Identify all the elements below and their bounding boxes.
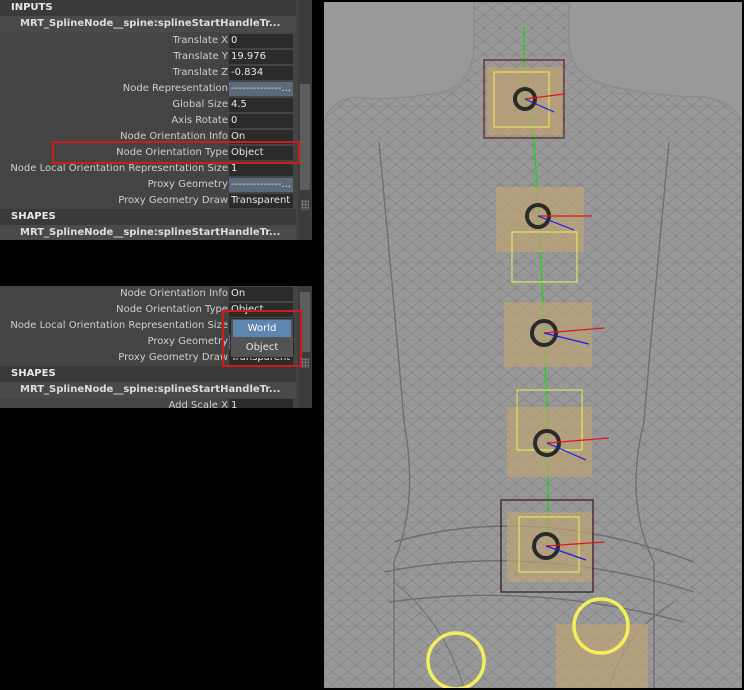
- attr-row-translate-x: Translate X 0: [0, 33, 296, 49]
- highlight-box: [222, 310, 302, 367]
- attr-row-proxy-geometry-draw: Proxy Geometry Draw Transparent: [0, 193, 296, 209]
- attr-label: Proxy Geometry Draw: [118, 195, 228, 206]
- node-local-orientation-size-field[interactable]: 1: [229, 162, 293, 176]
- attr-label: Axis Rotate: [171, 115, 228, 126]
- shape-name-header[interactable]: MRT_SplineNode__spine:splineStartHandleT…: [0, 382, 296, 398]
- shape-name-header[interactable]: MRT_SplineNode__spine:splineStartHandleT…: [0, 225, 296, 240]
- spine-joint-5[interactable]: [500, 499, 605, 593]
- attr-row-node-orientation-info: Node Orientation Info On: [0, 286, 296, 302]
- node-name-header[interactable]: MRT_SplineNode__spine:splineStartHandleT…: [0, 16, 296, 32]
- hip-joint-box[interactable]: [556, 624, 648, 688]
- attr-label: Global Size: [172, 99, 228, 110]
- spine-joint-3[interactable]: [504, 302, 605, 367]
- proxy-geometry-draw-dropdown[interactable]: Transparent: [229, 194, 293, 208]
- global-size-field[interactable]: 4.5: [229, 98, 293, 112]
- attr-label: Proxy Geometry: [147, 336, 228, 347]
- attr-label: Add Scale X: [168, 400, 228, 408]
- attr-label: Translate X: [172, 35, 228, 46]
- node-representation-dropdown[interactable]: --------------...: [229, 82, 293, 96]
- scrollbar-thumb[interactable]: [300, 84, 310, 190]
- attr-row-add-scale-x: Add Scale X 1: [0, 398, 296, 408]
- spine-joint-1[interactable]: [483, 59, 565, 139]
- attr-label: Node Local Orientation Representation Si…: [10, 320, 228, 331]
- attr-label: Proxy Geometry Draw: [118, 352, 228, 363]
- grip-icon: [301, 358, 309, 368]
- attr-label: Node Orientation Info: [120, 288, 228, 299]
- attr-row-global-size: Global Size 4.5: [0, 97, 296, 113]
- attr-row-axis-rotate: Axis Rotate 0: [0, 113, 296, 129]
- grip-icon: [301, 200, 309, 210]
- attr-label: Translate Y: [173, 51, 228, 62]
- attr-row-node-representation: Node Representation --------------...: [0, 81, 296, 97]
- proxy-geometry-dropdown[interactable]: --------------...: [229, 178, 293, 192]
- attr-label: Proxy Geometry: [147, 179, 228, 190]
- attribute-editor-top: INPUTS MRT_SplineNode__spine:splineStart…: [0, 0, 312, 240]
- shapes-header[interactable]: SHAPES: [0, 366, 296, 382]
- viewport-scene: [324, 2, 742, 688]
- shapes-header[interactable]: SHAPES: [0, 209, 296, 225]
- translate-z-field[interactable]: -0.834: [229, 66, 293, 80]
- 3d-viewport[interactable]: [324, 2, 742, 688]
- axis-rotate-field[interactable]: 0: [229, 114, 293, 128]
- attr-label: Node Representation: [122, 83, 228, 94]
- attr-label: Node Orientation Type: [116, 304, 228, 315]
- inputs-header[interactable]: INPUTS: [0, 0, 296, 16]
- scrollbar[interactable]: [298, 0, 312, 240]
- add-scale-x-field[interactable]: 1: [229, 399, 293, 408]
- attr-label: Translate Z: [172, 67, 228, 78]
- attr-row-proxy-geometry: Proxy Geometry --------------...: [0, 177, 296, 193]
- highlight-box: [52, 141, 300, 164]
- node-orientation-info-dropdown[interactable]: On: [229, 287, 293, 301]
- attr-row-translate-z: Translate Z -0.834: [0, 65, 296, 81]
- translate-x-field[interactable]: 0: [229, 34, 293, 48]
- attr-row-translate-y: Translate Y 19.976: [0, 49, 296, 65]
- translate-y-field[interactable]: 19.976: [229, 50, 293, 64]
